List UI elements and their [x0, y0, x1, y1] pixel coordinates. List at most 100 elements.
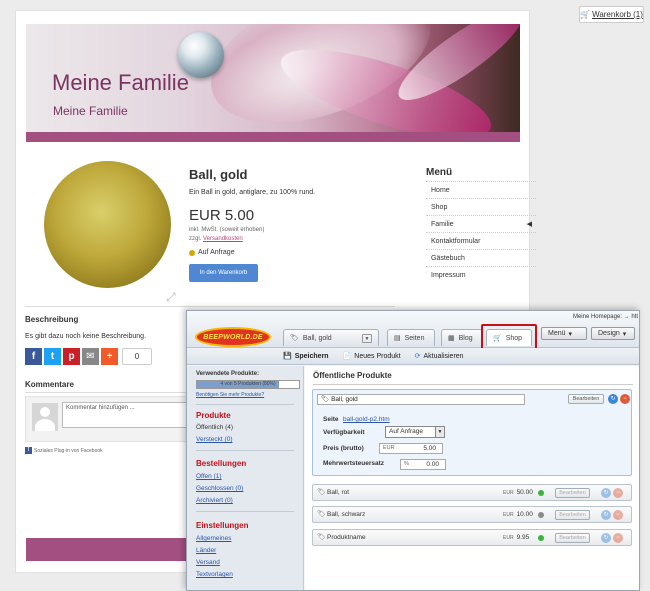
product-row[interactable]: 🏷 Ball, schwarz EUR 10.00 Bearbeiten ↻ − [312, 506, 632, 523]
delete-icon[interactable]: − [613, 510, 623, 520]
triangle-left-icon: ◀ [526, 221, 532, 228]
move-icon[interactable]: ↻ [608, 394, 618, 404]
header-banner: Meine Familie Meine Familie [26, 24, 520, 132]
edit-button[interactable]: Bearbeiten [568, 394, 604, 404]
tab-page-selector[interactable]: 🏷 Ball, gold ▼ [283, 329, 379, 346]
comments-heading: Kommentare [25, 380, 74, 389]
product-title: Ball, gold [189, 167, 248, 182]
new-product-button[interactable]: 📄 Neues Produkt [343, 352, 401, 361]
comment-input[interactable]: Kommentar hinzufügen ... [62, 402, 187, 428]
delete-icon[interactable]: − [613, 488, 623, 498]
cart-link[interactable]: 🛒 Warenkorb (1) [579, 6, 644, 23]
product-row[interactable]: 🏷 Produktname EUR 9.95 Bearbeiten ↻ − [312, 529, 632, 546]
share-count: 0 [122, 348, 152, 365]
filter-oeffentlich[interactable]: Öffentlich (4) [196, 424, 233, 431]
shop-tab-highlight [481, 324, 537, 350]
add-to-cart-button[interactable]: In den Warenkorb [189, 264, 258, 282]
shipping-link[interactable]: Versandkosten [203, 236, 243, 242]
mail-icon[interactable]: ✉ [82, 348, 99, 365]
produkte-heading: Produkte [196, 411, 231, 420]
description-text: Es gibt dazu noch keine Beschreibung. [25, 333, 147, 340]
menu-item-impressum[interactable]: Impressum [426, 266, 536, 283]
availability-select[interactable]: Auf Anfrage ▼ [385, 426, 445, 438]
delete-icon[interactable]: − [613, 533, 623, 543]
plus-icon[interactable]: + [101, 348, 118, 365]
shipping-note: zzgl. Versandkosten [189, 236, 243, 242]
price-field[interactable]: EUR 5.00 [379, 443, 443, 454]
homepage-link[interactable]: Meine Homepage: → htt [573, 314, 638, 320]
tag-icon: 🏷 [317, 534, 326, 541]
availability-text: Auf Anfrage [198, 249, 235, 256]
orders-offen[interactable]: Offen (1) [196, 473, 222, 480]
shipping-prefix: zzgl. [189, 236, 202, 242]
page-link[interactable]: ball-gold-p2.htm [343, 416, 390, 423]
divider [196, 511, 294, 512]
settings-textvorlagen[interactable]: Textvorlagen [196, 571, 233, 578]
chevron-down-icon: ▾ [568, 330, 573, 338]
filter-versteckt[interactable]: Versteckt (0) [196, 436, 232, 443]
tab-page-label: Ball, gold [302, 334, 332, 342]
einstellungen-heading: Einstellungen [196, 521, 249, 530]
move-icon[interactable]: ↻ [601, 488, 611, 498]
orders-archiviert[interactable]: Archiviert (0) [196, 497, 233, 504]
bestellungen-heading: Bestellungen [196, 459, 247, 468]
facebook-small-icon: f [25, 447, 32, 454]
design-button[interactable]: Design ▾ [591, 327, 635, 340]
header-band [26, 132, 520, 142]
save-button[interactable]: 💾 Speichern [283, 352, 329, 361]
cms-header: Meine Homepage: → htt BEEPWORLD.DE 🏷 Bal… [187, 311, 639, 350]
tab-seiten[interactable]: ▤ Seiten [387, 329, 435, 346]
menu-item-home[interactable]: Home [426, 181, 536, 198]
site-title: Meine Familie [52, 70, 189, 95]
tag-icon: 🏷 [317, 489, 326, 496]
refresh-button[interactable]: ⟳ Aktualisieren [414, 352, 464, 361]
menu-item-shop[interactable]: Shop [426, 198, 536, 215]
floppy-icon: 💾 [283, 353, 292, 360]
active-product-card: 🏷 Ball, gold Bearbeiten ↻ − Seite ball-g… [312, 389, 632, 476]
facebook-icon[interactable]: f [25, 348, 42, 365]
plugin-note-text: Soziales Plug-in von Facebook [34, 447, 103, 454]
divider [313, 384, 633, 385]
refresh-icon: ⟳ [414, 353, 421, 360]
settings-versand[interactable]: Versand [196, 559, 220, 566]
pinterest-icon[interactable]: p [63, 348, 80, 365]
vat-label: Mehrwertsteuersatz [323, 460, 385, 467]
status-dot-icon [538, 490, 544, 496]
tab-blog[interactable]: ▦ Blog [441, 329, 483, 346]
page-label: Seite [323, 416, 339, 423]
move-icon[interactable]: ↻ [601, 533, 611, 543]
availability-dot-icon [189, 249, 195, 256]
product-name-input[interactable]: 🏷 Ball, gold [317, 394, 525, 405]
site-subtitle: Meine Familie [53, 104, 128, 118]
menu-button[interactable]: Menü ▾ [541, 327, 587, 340]
status-dot-icon [538, 512, 544, 518]
description-heading: Beschreibung [25, 315, 79, 324]
pages-icon: ▤ [394, 335, 401, 342]
menu-item-kontaktformular[interactable]: Kontaktformular [426, 232, 536, 249]
menu-item-familie[interactable]: Familie ◀ [426, 215, 536, 232]
beepworld-logo: BEEPWORLD.DE [195, 327, 271, 347]
product-row[interactable]: 🏷 Ball, rot EUR 50.00 Bearbeiten ↻ − [312, 484, 632, 501]
price-label: Preis (brutto) [323, 445, 364, 452]
chevron-down-icon[interactable]: ▼ [362, 333, 372, 343]
more-products-link[interactable]: Benötigen Sie mehr Produkte? [196, 392, 264, 398]
twitter-icon[interactable]: t [44, 348, 61, 365]
tag-icon: 🏷 [317, 511, 326, 518]
delete-icon[interactable]: − [620, 394, 630, 404]
edit-button[interactable]: Bearbeiten [555, 488, 590, 498]
edit-button[interactable]: Bearbeiten [555, 533, 590, 543]
blog-icon: ▦ [448, 335, 455, 342]
settings-laender[interactable]: Länder [196, 547, 216, 554]
settings-allgemeines[interactable]: Allgemeines [196, 535, 231, 542]
facebook-plugin-note: f Soziales Plug-in von Facebook [25, 447, 103, 454]
divider [25, 392, 195, 393]
vat-field[interactable]: % 0.00 [400, 459, 446, 470]
product-image[interactable] [44, 161, 171, 288]
expand-icon[interactable]: ⤢ [166, 290, 180, 304]
menu-item-gaestebuch[interactable]: Gästebuch [426, 249, 536, 266]
move-icon[interactable]: ↻ [601, 510, 611, 520]
avatar [32, 403, 58, 431]
divider [196, 404, 294, 405]
edit-button[interactable]: Bearbeiten [555, 510, 590, 520]
orders-geschlossen[interactable]: Geschlossen (0) [196, 485, 243, 492]
